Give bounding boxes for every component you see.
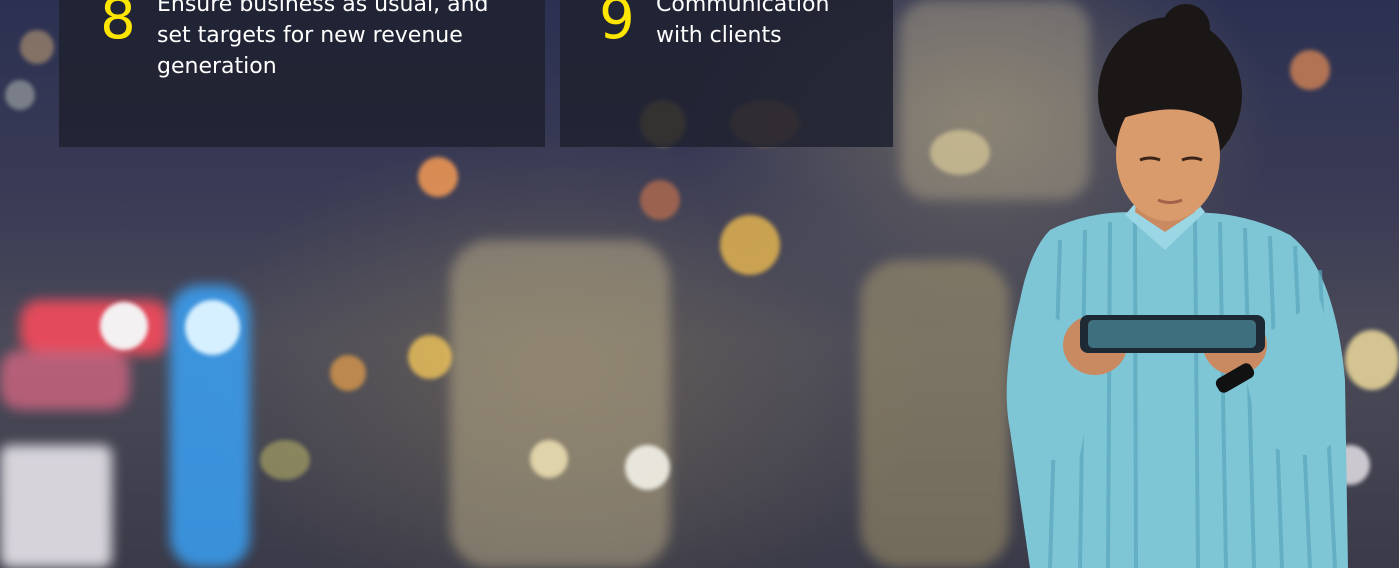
bokeh-light [330, 355, 366, 391]
hero-photo: 8 Ensure business as usual, and set targ… [0, 0, 1399, 568]
bokeh-light [530, 440, 568, 478]
bokeh-light [640, 180, 680, 220]
building-glow-right [860, 260, 1010, 568]
bokeh-light [418, 157, 458, 197]
bokeh-light [260, 440, 310, 480]
white-light-panel [0, 445, 112, 568]
bokeh-light [20, 30, 54, 64]
step-card-8: 8 Ensure business as usual, and set targ… [59, 0, 545, 147]
bokeh-light [185, 300, 240, 355]
building-glow [450, 240, 670, 568]
step-number: 8 [100, 0, 136, 52]
bokeh-light [5, 80, 35, 110]
bokeh-light [100, 302, 148, 350]
neon-light-pink [0, 350, 130, 410]
person-with-smartphone-icon [1006, 4, 1348, 568]
bokeh-light [408, 335, 452, 379]
step-card-9: 9 Communication with clients [560, 0, 893, 147]
step-text: Communication with clients [656, 0, 830, 48]
step-number: 9 [599, 0, 635, 52]
bokeh-light [930, 130, 990, 175]
bokeh-light [1345, 330, 1399, 390]
step-text: Ensure business as usual, and set target… [157, 0, 489, 79]
bokeh-light [625, 445, 670, 490]
bokeh-light [720, 215, 780, 275]
